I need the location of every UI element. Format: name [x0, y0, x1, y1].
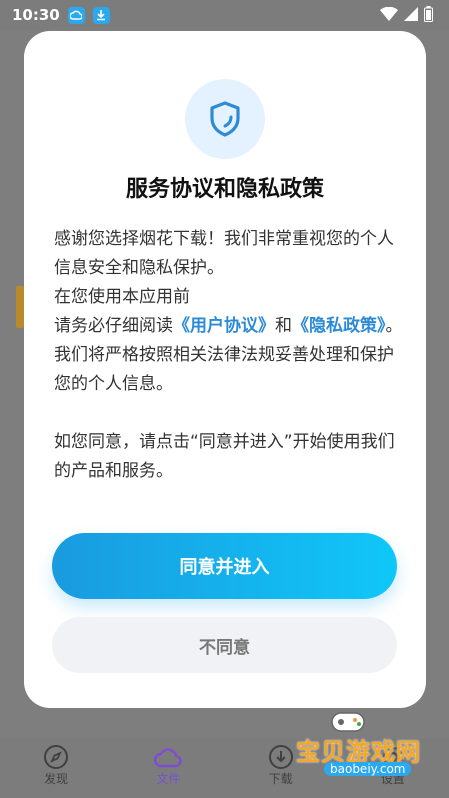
shield-icon-badge — [185, 79, 265, 159]
wifi-icon — [380, 7, 398, 21]
dialog-body: 感谢您选择烟花下载！我们非常重视您的个人信息安全和隐私保护。 在您使用本应用前 … — [54, 225, 404, 486]
dialog-title: 服务协议和隐私政策 — [125, 177, 324, 202]
compass-icon — [43, 744, 69, 770]
privacy-dialog: 服务协议和隐私政策 感谢您选择烟花下载！我们非常重视您的个人信息安全和隐私保护。… — [24, 31, 426, 708]
before-use-text: 在您使用本应用前 — [54, 287, 190, 307]
battery-icon — [424, 6, 433, 22]
signal-icon — [404, 7, 418, 21]
gamepad-icon — [331, 712, 365, 732]
cloud-icon — [153, 744, 183, 770]
watermark: 宝贝游戏网 baobeiy.com — [290, 706, 440, 780]
agreement-text: 请务必仔细阅读《用户协议》和《隐私政策》。我们将严格按照相关法律法规妥善处理和保… — [54, 312, 404, 399]
status-time: 10:30 — [12, 6, 60, 24]
and-text: 和 — [275, 316, 292, 336]
nav-item-discover[interactable]: 发现 — [0, 740, 112, 798]
status-indicators — [380, 6, 433, 22]
background-accent — [16, 286, 24, 328]
read-prefix: 请务必仔细阅读 — [54, 316, 173, 336]
status-bar: 10:30 — [0, 0, 449, 30]
nav-label-discover: 发现 — [44, 772, 69, 786]
shield-icon — [210, 101, 240, 137]
intro-text: 感谢您选择烟花下载！我们非常重视您的个人信息安全和隐私保护。 — [54, 229, 394, 278]
watermark-url: baobeiy.com — [324, 762, 412, 776]
nav-label-files: 文件 — [156, 772, 181, 786]
user-agreement-link[interactable]: 《用户协议》 — [173, 316, 275, 336]
disagree-button[interactable]: 不同意 — [52, 617, 397, 673]
download-notification-icon — [92, 6, 110, 24]
agree-button[interactable]: 同意并进入 — [52, 533, 397, 599]
nav-item-files[interactable]: 文件 — [112, 740, 224, 798]
consent-text: 如您同意，请点击“同意并进入”开始使用我们的产品和服务。 — [54, 432, 395, 481]
privacy-policy-link[interactable]: 《隐私政策》 — [292, 316, 386, 336]
cloud-notification-icon — [67, 6, 85, 24]
